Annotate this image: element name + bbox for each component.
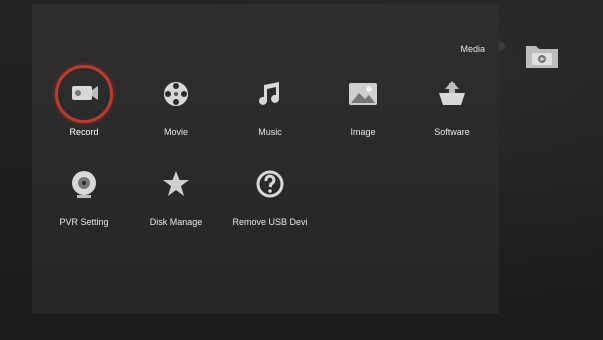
menu-item-label: Software <box>434 127 470 137</box>
menu-item-movie[interactable]: Movie <box>136 69 216 159</box>
record-icon <box>55 65 113 123</box>
film-reel-icon <box>151 69 201 119</box>
question-icon <box>245 159 295 209</box>
software-icon <box>427 69 477 119</box>
menu-item-label: Image <box>350 127 376 137</box>
menu-item-remove-usb[interactable]: Remove USB Devi <box>230 159 310 249</box>
menu-item-label: PVR Setting <box>59 217 109 227</box>
music-note-icon <box>245 69 295 119</box>
menu-item-software[interactable]: Software <box>412 69 492 159</box>
menu-item-disk-manage[interactable]: Disk Manage <box>136 159 216 249</box>
menu-title: Media <box>460 44 485 54</box>
menu-item-label: Music <box>258 127 282 137</box>
menu-item-label: Movie <box>163 127 188 137</box>
menu-item-music[interactable]: Music <box>230 69 310 159</box>
pvr-setting-icon <box>59 159 109 209</box>
media-folder-icon[interactable] <box>524 40 560 70</box>
menu-item-record[interactable]: Record <box>44 65 124 159</box>
selection-ring <box>55 65 113 123</box>
media-menu-panel: Media Record Movie Music Image Software … <box>32 4 499 314</box>
menu-item-label: Disk Manage <box>149 217 203 227</box>
menu-item-label: Record <box>69 127 99 137</box>
star-icon <box>151 159 201 209</box>
current-section-arrow-icon <box>499 40 507 52</box>
menu-item-label: Remove USB Devi <box>232 217 308 227</box>
image-icon <box>338 69 388 119</box>
menu-item-pvr-setting[interactable]: PVR Setting <box>44 159 124 249</box>
menu-item-image[interactable]: Image <box>323 69 403 159</box>
